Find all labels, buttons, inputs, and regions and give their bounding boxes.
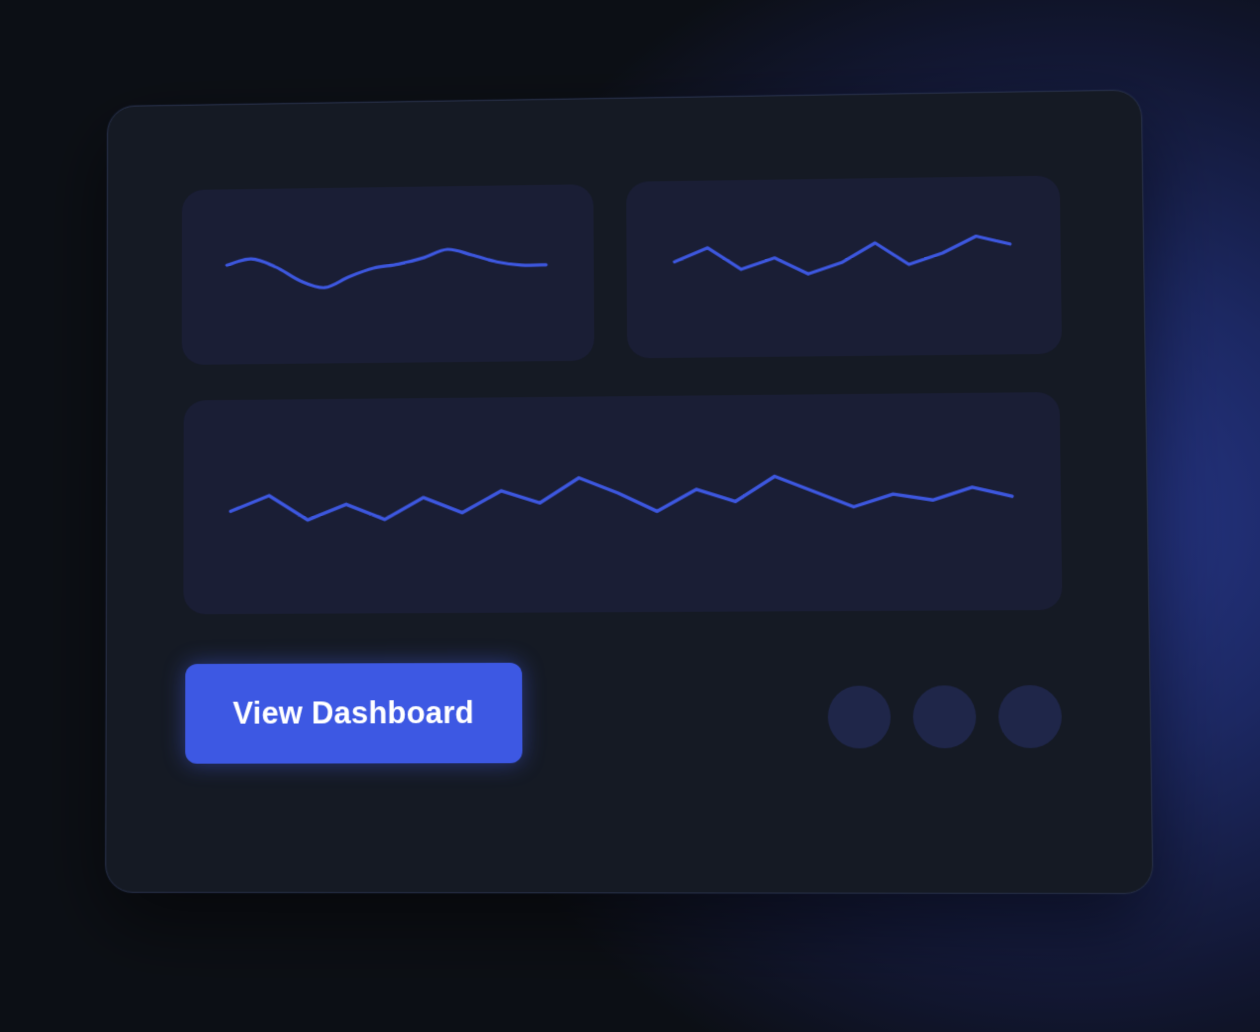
- pagination-dot-1[interactable]: [827, 685, 891, 749]
- view-dashboard-button[interactable]: View Dashboard: [185, 662, 523, 764]
- sparkline-top-right: [674, 236, 1010, 276]
- sparkline-top-left: [227, 248, 546, 289]
- dashboard-preview-card: View Dashboard: [105, 89, 1154, 894]
- sparkline-chart-top-left: [182, 184, 595, 365]
- sparkline-card-top-right: [626, 175, 1063, 359]
- sparkline-chart-top-right: [626, 176, 1062, 359]
- pagination-dot-2[interactable]: [912, 685, 977, 749]
- sparkline-chart-main: [183, 392, 1062, 614]
- stage: View Dashboard: [0, 0, 1260, 1032]
- sparkline-card-top-left: [181, 184, 595, 365]
- pagination-dot-3[interactable]: [998, 685, 1063, 749]
- pagination-dots: [827, 685, 1063, 749]
- sparkline-card-main: [183, 392, 1063, 615]
- sparkline-main: [231, 474, 1013, 520]
